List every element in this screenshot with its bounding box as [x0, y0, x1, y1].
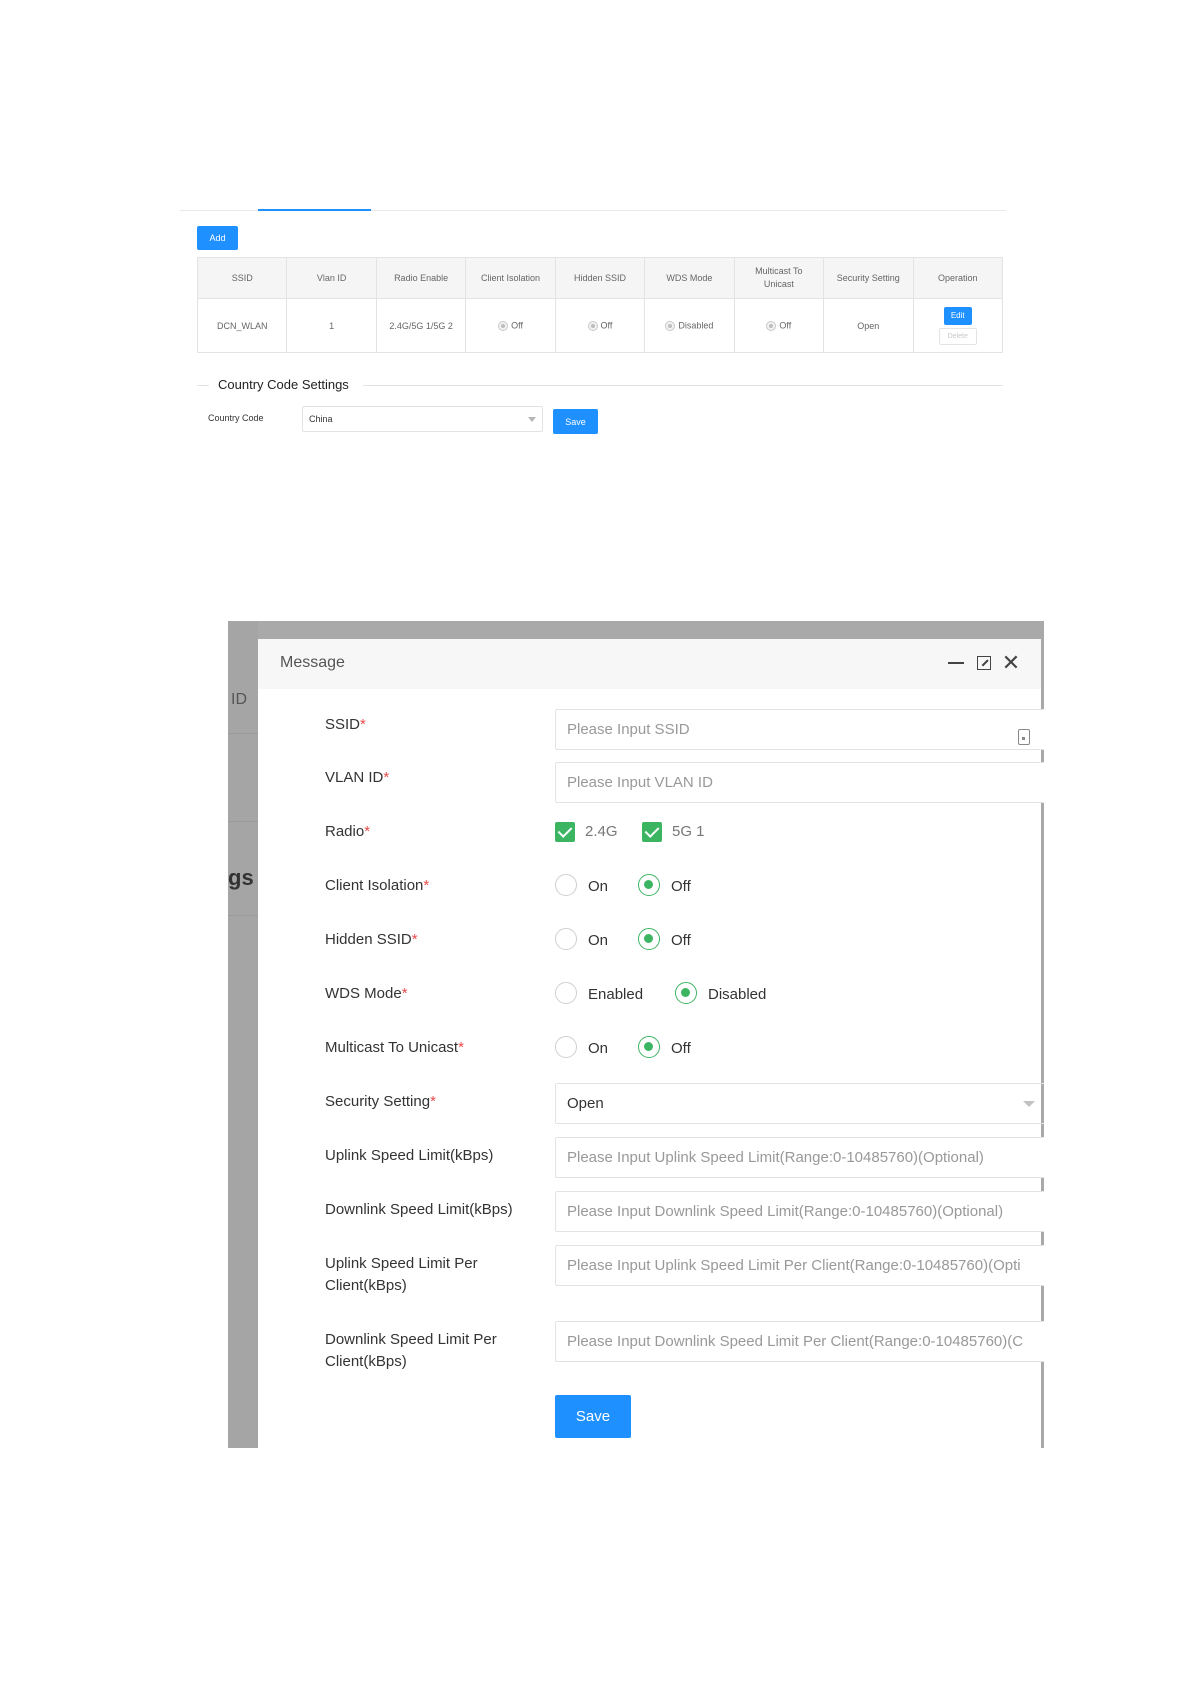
security-setting-value: Open	[567, 1095, 604, 1112]
vlan-id-input[interactable]	[555, 762, 1044, 803]
add-button[interactable]: Add	[197, 226, 238, 250]
delete-button[interactable]: Delete	[938, 327, 977, 345]
wds-mode-disabled-label: Disabled	[708, 986, 767, 1003]
radio-label: Radio*	[325, 823, 371, 840]
table-header-row: SSID Vlan ID Radio Enable Client Isolati…	[196, 257, 1003, 299]
cell-security-setting: Open	[823, 298, 914, 353]
security-setting-label: Security Setting*	[325, 1093, 436, 1110]
maximize-icon[interactable]	[974, 653, 994, 673]
column-header-client-isolation: Client Isolation	[465, 257, 556, 299]
radio-2-4g-checkbox[interactable]	[555, 822, 575, 842]
background-fragment-gs: gs	[228, 865, 254, 890]
column-header-radio-enable: Radio Enable	[375, 257, 467, 299]
client-isolation-value: Off	[511, 320, 523, 331]
background-divider	[228, 821, 258, 822]
client-isolation-label: Client Isolation*	[325, 877, 430, 894]
wds-mode-enabled-label: Enabled	[588, 986, 644, 1003]
column-header-operation: Operation	[912, 257, 1003, 299]
country-code-section-title: Country Code Settings	[218, 377, 349, 392]
wds-mode-disabled-radio[interactable]	[675, 982, 697, 1004]
edit-button[interactable]: Edit	[943, 306, 972, 325]
hidden-ssid-label: Hidden SSID*	[325, 931, 418, 948]
country-code-label: Country Code	[208, 413, 264, 423]
chevron-down-icon	[528, 417, 536, 422]
multicast-indicator	[766, 320, 777, 331]
ssid-label: SSID*	[325, 716, 366, 733]
cell-ssid: DCN_WLAN	[196, 298, 288, 353]
section-divider-right	[363, 385, 1003, 386]
dialog-title: Message	[280, 654, 345, 671]
cell-vlan-id: 1	[286, 298, 377, 353]
cell-wds-mode: Disabled	[644, 298, 735, 353]
message-dialog: Message ✕ SSID* VLAN ID* Radio* 2.4G 5G …	[258, 639, 1044, 1448]
vlan-id-label: VLAN ID*	[325, 769, 390, 786]
multicast-label: Multicast To Unicast*	[325, 1039, 464, 1056]
minimize-icon[interactable]	[946, 653, 966, 673]
keyboard-icon[interactable]	[1018, 729, 1030, 745]
cell-hidden-ssid: Off	[554, 298, 646, 353]
wds-mode-indicator	[665, 320, 676, 331]
client-isolation-on-radio[interactable]	[555, 874, 577, 896]
uplink-per-client-label: Uplink Speed Limit Per Client(kBps)	[325, 1255, 478, 1294]
radio-5g-1-checkbox[interactable]	[642, 822, 662, 842]
multicast-on-radio[interactable]	[555, 1036, 577, 1058]
downlink-limit-input[interactable]	[555, 1191, 1044, 1232]
multicast-value: Off	[779, 320, 792, 331]
hidden-ssid-off-radio[interactable]	[638, 928, 660, 950]
hidden-ssid-indicator	[587, 320, 598, 331]
background-page-overlay	[228, 621, 258, 1448]
ssid-input[interactable]	[555, 709, 1044, 750]
chevron-down-icon	[1023, 1101, 1035, 1107]
active-tab-indicator[interactable]	[258, 209, 371, 211]
wlan-table: SSID Vlan ID Radio Enable Client Isolati…	[196, 257, 1003, 353]
security-setting-select[interactable]: Open	[555, 1083, 1044, 1124]
uplink-limit-label: Uplink Speed Limit(kBps)	[325, 1147, 494, 1164]
multicast-on-label: On	[588, 1040, 609, 1057]
uplink-per-client-input[interactable]	[555, 1245, 1044, 1286]
column-header-multicast-to-unicast: Multicast To Unicast	[733, 257, 825, 299]
close-icon[interactable]: ✕	[1001, 652, 1021, 674]
cell-operation: Edit Delete	[912, 298, 1003, 353]
column-header-ssid: SSID	[196, 257, 288, 299]
wds-mode-enabled-radio[interactable]	[555, 982, 577, 1004]
cell-radio-enable: 2.4G/5G 1/5G 2	[375, 298, 467, 353]
cell-client-isolation: Off	[465, 298, 556, 353]
hidden-ssid-on-radio[interactable]	[555, 928, 577, 950]
downlink-per-client-input[interactable]	[555, 1321, 1044, 1362]
background-divider	[228, 915, 258, 916]
section-divider-left	[197, 385, 209, 386]
radio-5g-1-label: 5G 1	[672, 823, 705, 840]
downlink-limit-label: Downlink Speed Limit(kBps)	[325, 1201, 513, 1218]
column-header-wds-mode: WDS Mode	[644, 257, 735, 299]
uplink-limit-input[interactable]	[555, 1137, 1044, 1178]
background-fragment-id: ID	[231, 691, 247, 708]
country-code-save-button[interactable]: Save	[553, 409, 598, 434]
dialog-screenshot: ID gs Message ✕ SSID* VLAN ID* Radio* 2.…	[228, 621, 1044, 1448]
country-code-value: China	[309, 414, 333, 424]
background-divider	[228, 733, 258, 734]
dialog-save-button[interactable]: Save	[555, 1395, 631, 1438]
multicast-off-radio[interactable]	[638, 1036, 660, 1058]
client-isolation-off-radio[interactable]	[638, 874, 660, 896]
hidden-ssid-off-label: Off	[671, 932, 691, 949]
radio-2-4g-label: 2.4G	[585, 823, 618, 840]
hidden-ssid-on-label: On	[588, 932, 609, 949]
downlink-per-client-label: Downlink Speed Limit Per Client(kBps)	[325, 1331, 497, 1370]
client-isolation-indicator	[498, 320, 509, 331]
client-isolation-off-label: Off	[671, 878, 691, 895]
column-header-vlan-id: Vlan ID	[286, 257, 377, 299]
country-code-select[interactable]: China	[302, 406, 543, 432]
dialog-header: Message ✕	[258, 639, 1041, 689]
hidden-ssid-value: Off	[600, 320, 613, 331]
cell-multicast-to-unicast: Off	[733, 298, 825, 353]
wds-mode-value: Disabled	[678, 320, 714, 331]
multicast-off-label: Off	[671, 1040, 691, 1057]
column-header-security-setting: Security Setting	[823, 257, 914, 299]
column-header-hidden-ssid: Hidden SSID	[554, 257, 646, 299]
wds-mode-label: WDS Mode*	[325, 985, 408, 1002]
table-row: DCN_WLAN 1 2.4G/5G 1/5G 2 Off Off Disabl…	[196, 298, 1003, 353]
client-isolation-on-label: On	[588, 878, 609, 895]
